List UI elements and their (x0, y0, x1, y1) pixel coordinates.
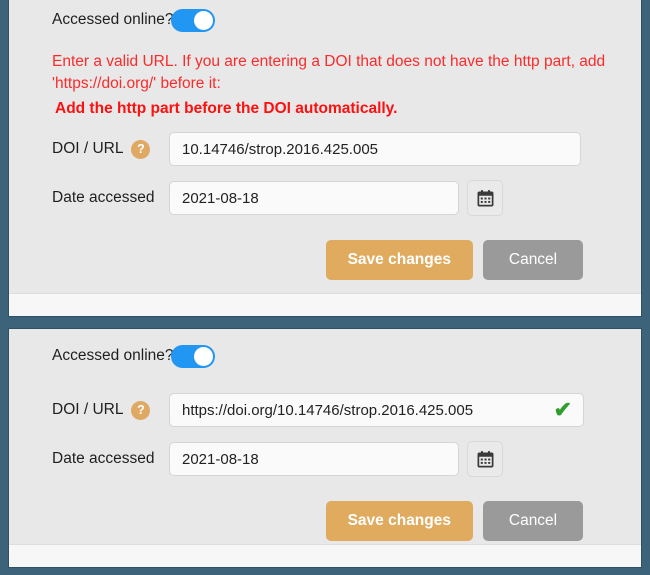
doi-url-input[interactable]: https://doi.org/10.14746/strop.2016.425.… (169, 393, 584, 427)
doi-url-label-group: DOI / URL ? (23, 139, 169, 159)
accessed-online-toggle[interactable] (171, 8, 215, 32)
reference-form-panel-invalid: Accessed online? Enter a valid URL. If y… (8, 0, 642, 317)
screen-root: Accessed online? Enter a valid URL. If y… (0, 0, 650, 575)
validation-error-line2: Add the http part before the DOI automat… (55, 99, 398, 117)
reference-form-panel-valid: Accessed online? DOI / URL ? https://doi… (8, 328, 642, 568)
date-accessed-input[interactable]: 2021-08-18 (169, 181, 459, 216)
doi-url-input[interactable]: 10.14746/strop.2016.425.005 (169, 132, 581, 167)
help-icon[interactable]: ? (131, 400, 151, 420)
doi-url-label-group: DOI / URL ? (23, 400, 169, 420)
date-accessed-label: Date accessed (52, 450, 155, 467)
save-changes-button[interactable]: Save changes (325, 501, 473, 541)
accessed-online-label: Accessed online? (52, 11, 174, 28)
doi-url-input-wrap: https://doi.org/10.14746/strop.2016.425.… (169, 393, 584, 427)
accessed-online-toggle[interactable] (171, 344, 215, 368)
panel-body: Accessed online? DOI / URL ? https://doi… (9, 329, 641, 541)
calendar-icon-button[interactable] (467, 441, 503, 477)
doi-url-input-wrap: 10.14746/strop.2016.425.005 (169, 132, 581, 167)
toggle-knob (194, 10, 213, 30)
form-actions: Save changes Cancel (9, 240, 641, 281)
calendar-icon (477, 190, 493, 207)
cancel-button[interactable]: Cancel (483, 240, 583, 281)
accessed-online-label: Accessed online? (52, 347, 174, 364)
accessed-online-row: Accessed online? (9, 3, 641, 37)
date-accessed-label: Date accessed (52, 189, 155, 207)
date-accessed-input[interactable]: 2021-08-18 (169, 442, 459, 476)
doi-url-label: DOI / URL (52, 401, 124, 418)
form-actions: Save changes Cancel (9, 501, 641, 541)
help-icon[interactable]: ? (131, 139, 151, 159)
accessed-online-row: Accessed online? (9, 339, 641, 373)
panel-body: Accessed online? Enter a valid URL. If y… (9, 0, 641, 281)
toggle-knob (194, 346, 213, 366)
date-accessed-input-wrap: 2021-08-18 (169, 180, 503, 217)
calendar-icon (477, 450, 493, 467)
doi-url-label: DOI / URL (52, 140, 124, 158)
panel-footer (9, 544, 641, 567)
validation-error-message: Enter a valid URL. If you are entering a… (9, 45, 641, 122)
cancel-button[interactable]: Cancel (483, 501, 583, 541)
save-changes-button[interactable]: Save changes (325, 240, 473, 281)
date-accessed-input-wrap: 2021-08-18 (169, 441, 503, 477)
date-accessed-row: Date accessed 2021-08-18 (9, 441, 641, 477)
doi-url-row: DOI / URL ? https://doi.org/10.14746/str… (9, 393, 641, 427)
validation-error-line1: Enter a valid URL. If you are entering a… (52, 53, 606, 93)
doi-url-row: DOI / URL ? 10.14746/strop.2016.425.005 (9, 132, 641, 167)
panel-footer (9, 293, 641, 316)
date-accessed-row: Date accessed 2021-08-18 (9, 180, 641, 217)
calendar-icon-button[interactable] (467, 180, 503, 217)
